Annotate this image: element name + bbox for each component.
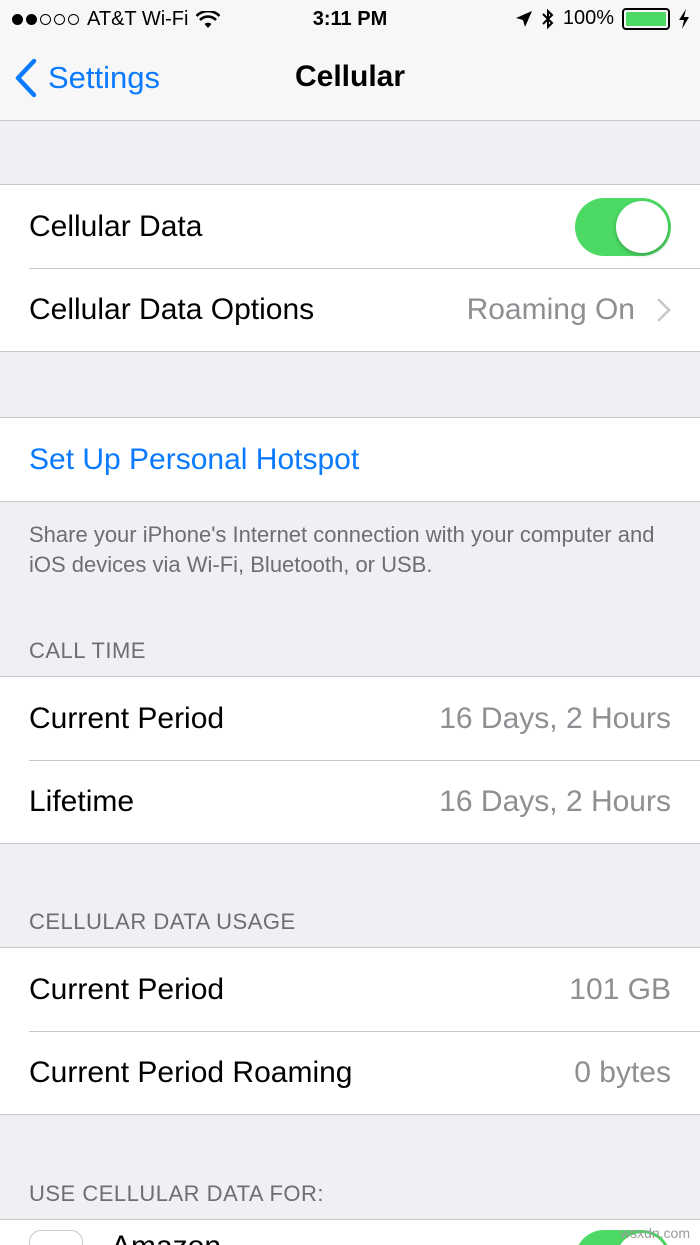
call-time-current-period-row: Current Period 16 Days, 2 Hours — [0, 677, 700, 760]
chevron-right-icon — [657, 298, 671, 321]
use-cellular-data-for-header: USE CELLULAR DATA FOR: — [29, 1181, 325, 1206]
status-bar: AT&T Wi-Fi 3:11 PM 100% — [0, 0, 700, 40]
location-arrow-icon — [515, 10, 532, 27]
charging-bolt-icon — [679, 8, 689, 29]
data-usage-current-period-label: Current Period — [29, 972, 225, 1006]
call-time-current-period-value: 16 Days, 2 Hours — [439, 701, 671, 735]
cellular-data-label: Cellular Data — [29, 209, 203, 243]
data-usage-current-period-row: Current Period 101 GB — [0, 948, 700, 1031]
call-time-group: Current Period 16 Days, 2 Hours Lifetime… — [0, 676, 700, 844]
data-usage-header: CELLULAR DATA USAGE — [29, 909, 296, 934]
hotspot-footer: Share your iPhone's Internet connection … — [29, 522, 655, 577]
cellular-data-options-value: Roaming On — [466, 292, 635, 326]
battery-icon — [622, 7, 670, 30]
cellular-data-toggle[interactable] — [575, 197, 671, 256]
cellular-data-options-label: Cellular Data Options — [29, 292, 315, 326]
toggle-knob — [616, 200, 668, 253]
call-time-lifetime-row: Lifetime 16 Days, 2 Hours — [0, 760, 700, 843]
call-time-lifetime-value: 16 Days, 2 Hours — [439, 784, 671, 818]
navigation-bar: Settings Cellular — [0, 40, 700, 121]
data-usage-roaming-label: Current Period Roaming — [29, 1055, 353, 1089]
data-usage-roaming-row: Current Period Roaming 0 bytes — [0, 1031, 700, 1114]
page-title: Cellular — [294, 60, 406, 93]
set-up-hotspot-link[interactable]: Set Up Personal Hotspot — [29, 443, 671, 477]
cellular-data-row: Cellular Data — [0, 185, 700, 268]
data-usage-roaming-value: 0 bytes — [574, 1055, 671, 1089]
bluetooth-icon — [542, 8, 554, 29]
app-name-amazon: Amazon — [111, 1230, 575, 1245]
set-up-hotspot-row[interactable]: Set Up Personal Hotspot — [0, 418, 700, 501]
hotspot-group: Set Up Personal Hotspot — [0, 417, 700, 502]
data-usage-group: Current Period 101 GB Current Period Roa… — [0, 947, 700, 1115]
app-row-amazon: Amazon — [0, 1220, 700, 1245]
call-time-lifetime-label: Lifetime — [29, 784, 135, 818]
amazon-app-icon — [29, 1230, 83, 1245]
watermark: wsxdn.com — [619, 1225, 690, 1241]
apps-group: Amazon — [0, 1219, 700, 1245]
call-time-header: CALL TIME — [29, 638, 146, 663]
battery-percentage: 100% — [562, 7, 614, 29]
cellular-data-options-row[interactable]: Cellular Data Options Roaming On — [0, 268, 700, 351]
call-time-current-period-label: Current Period — [29, 701, 225, 735]
cellular-data-group: Cellular Data Cellular Data Options Roam… — [0, 184, 700, 352]
data-usage-current-period-value: 101 GB — [569, 972, 671, 1006]
